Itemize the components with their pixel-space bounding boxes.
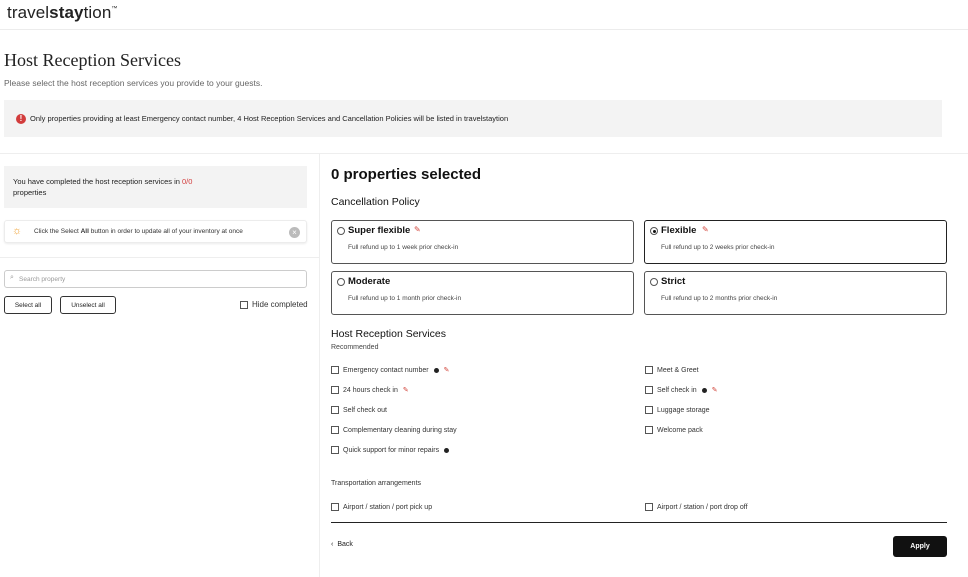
logo[interactable]: travelstaytion™ (7, 3, 118, 23)
service-24h-check-in[interactable]: 24 hours check in ✎ (331, 386, 409, 394)
logo-text-3: tion (83, 3, 112, 22)
exclamation-icon: ! (16, 114, 26, 124)
search-icon: ⌕ (10, 274, 14, 281)
service-meet-greet[interactable]: Meet & Greet (645, 366, 699, 374)
info-icon[interactable] (433, 367, 439, 373)
logo-text-2: stay (49, 3, 84, 22)
transportation-heading: Transportation arrangements (331, 480, 422, 487)
top-bar: travelstaytion™ (0, 0, 968, 30)
search-box: ⌕ (4, 270, 307, 288)
lightbulb-icon: ☼ (12, 225, 23, 237)
page-title: Host Reception Services (4, 50, 181, 70)
checkbox[interactable] (645, 503, 653, 511)
service-quick-support[interactable]: Quick support for minor repairs (331, 446, 450, 454)
cancellation-policy-heading: Cancellation Policy (331, 196, 420, 208)
policy-description: Full refund up to 1 week prior check-in (348, 244, 459, 251)
checkbox[interactable] (645, 406, 653, 414)
checkbox[interactable] (645, 426, 653, 434)
service-self-check-in[interactable]: Self check in ✎ (645, 386, 718, 394)
policy-description: Full refund up to 1 month prior check-in (348, 295, 462, 302)
checkbox[interactable] (645, 386, 653, 394)
completion-text: You have completed the host reception se… (13, 177, 193, 197)
close-icon[interactable]: × (289, 227, 300, 238)
service-airport-drop-off[interactable]: Airport / station / port drop off (645, 503, 748, 511)
divider (319, 154, 320, 577)
service-welcome-pack[interactable]: Welcome pack (645, 426, 703, 434)
search-input[interactable] (19, 272, 299, 286)
hide-completed-checkbox[interactable] (240, 300, 248, 309)
pin-icon: ✎ (402, 387, 409, 394)
service-airport-pick-up[interactable]: Airport / station / port pick up (331, 503, 432, 511)
policy-moderate[interactable]: Moderate Full refund up to 1 month prior… (331, 271, 634, 315)
tip-box: ☼ Click the Select All button in order t… (4, 220, 307, 243)
divider (331, 522, 947, 523)
recommended-label: Recommended (331, 344, 379, 351)
completion-count: 0/0 (182, 177, 193, 186)
pin-icon: ✎ (414, 225, 421, 234)
policy-flexible[interactable]: Flexible ✎ Full refund up to 2 weeks pri… (644, 220, 947, 264)
checkbox[interactable] (331, 386, 339, 394)
select-all-button[interactable]: Select all (4, 296, 52, 314)
chevron-left-icon: ‹ (331, 541, 334, 548)
policy-description: Full refund up to 2 weeks prior check-in (661, 244, 775, 251)
service-emergency-contact[interactable]: Emergency contact number ✎ (331, 366, 449, 374)
radio-button[interactable] (337, 227, 345, 235)
checkbox[interactable] (331, 426, 339, 434)
policy-super-flexible[interactable]: Super flexible ✎ Full refund up to 1 wee… (331, 220, 634, 264)
checkbox[interactable] (331, 366, 339, 374)
checkbox[interactable] (331, 406, 339, 414)
checkbox[interactable] (645, 366, 653, 374)
policy-name: Strict (661, 276, 686, 287)
info-icon[interactable] (701, 387, 707, 393)
radio-button[interactable] (650, 227, 658, 235)
notice-banner: ! Only properties providing at least Eme… (4, 100, 942, 137)
policy-strict[interactable]: Strict Full refund up to 2 months prior … (644, 271, 947, 315)
policy-description: Full refund up to 2 months prior check-i… (661, 295, 778, 302)
hide-completed-toggle[interactable]: Hide completed (240, 300, 308, 309)
pin-icon: ✎ (711, 387, 718, 394)
checkbox[interactable] (331, 503, 339, 511)
pin-icon: ✎ (702, 225, 709, 234)
service-luggage-storage[interactable]: Luggage storage (645, 406, 710, 414)
apply-button[interactable]: Apply (893, 536, 947, 557)
page-subtitle: Please select the host reception service… (4, 78, 263, 88)
policy-name: Super flexible (348, 225, 411, 236)
pin-icon: ✎ (443, 367, 450, 374)
service-self-check-out[interactable]: Self check out (331, 406, 387, 414)
divider (0, 153, 968, 154)
properties-selected-heading: 0 properties selected (331, 166, 482, 183)
notice-text: Only properties providing at least Emerg… (30, 114, 509, 123)
tip-text: Click the Select All button in order to … (34, 228, 243, 235)
policy-name: Flexible (661, 225, 697, 236)
divider (0, 257, 319, 258)
radio-button[interactable] (650, 278, 658, 286)
host-reception-services-heading: Host Reception Services (331, 328, 446, 340)
back-link[interactable]: ‹ Back (331, 541, 353, 548)
policy-name: Moderate (348, 276, 391, 287)
hide-completed-label: Hide completed (252, 300, 308, 309)
completion-status: You have completed the host reception se… (4, 166, 307, 208)
info-icon[interactable] (444, 447, 450, 453)
checkbox[interactable] (331, 446, 339, 454)
logo-tm: ™ (111, 6, 118, 12)
service-complementary-cleaning[interactable]: Complementary cleaning during stay (331, 426, 457, 434)
radio-button[interactable] (337, 278, 345, 286)
unselect-all-button[interactable]: Unselect all (60, 296, 116, 314)
logo-text-1: travel (7, 3, 50, 22)
